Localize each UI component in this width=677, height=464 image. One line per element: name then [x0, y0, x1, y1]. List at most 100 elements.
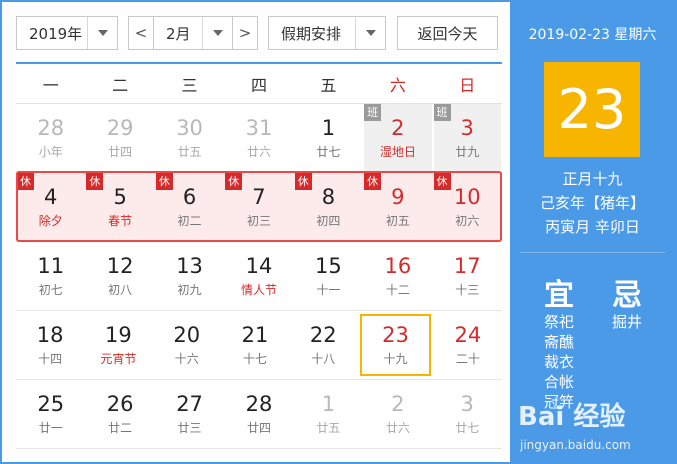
- rest-day-badge: 休: [364, 173, 382, 190]
- selected-date: 2019-02-23 星期六: [528, 27, 657, 43]
- yi-item: 斋醮: [543, 333, 574, 351]
- baidu-watermark-logo: Bai 经验: [518, 402, 626, 432]
- day-cell[interactable]: 25 廿一: [17, 380, 84, 448]
- lunar-label: 初五: [385, 214, 410, 228]
- day-cell[interactable]: 休 10 初六: [433, 173, 501, 241]
- day-number: 31: [245, 116, 273, 140]
- lunar-label: 十四: [38, 352, 63, 366]
- day-cell[interactable]: 1 廿七: [295, 104, 362, 172]
- day-cell[interactable]: 28 廿四: [225, 380, 292, 448]
- week-row: 11 初七 12 初八 13 初九 14 情人节 15 十一 16 十二 17 十三: [16, 242, 502, 311]
- day-cell[interactable]: 16 十二: [364, 242, 431, 310]
- day-cell[interactable]: 31 廿六: [225, 104, 292, 172]
- rest-day-badge: 休: [155, 173, 173, 190]
- rest-day-badge: 休: [294, 173, 312, 190]
- lunar-label: 情人节: [240, 283, 277, 297]
- day-number: 2: [391, 392, 405, 416]
- lunar-label: 廿六: [385, 421, 410, 435]
- weekday-label: 五: [320, 75, 337, 95]
- lunar-label: 十七: [242, 352, 267, 366]
- lunar-label: 春节: [108, 214, 133, 228]
- month-select[interactable]: 2月: [153, 16, 233, 50]
- lunar-label: 十八: [311, 352, 336, 366]
- day-cell[interactable]: 26 廿二: [86, 380, 153, 448]
- day-cell[interactable]: 15 十一: [295, 242, 362, 310]
- ganzhi-year: 己亥年【猪年】: [539, 194, 645, 212]
- day-cell[interactable]: 21 十七: [222, 311, 288, 379]
- weekday-label: 三: [181, 75, 198, 95]
- lunar-label: 十六: [174, 352, 199, 366]
- day-number: 9: [391, 185, 405, 209]
- lunar-label: 廿九: [455, 145, 480, 159]
- day-cell[interactable]: 20 十六: [154, 311, 220, 379]
- lunar-label: 廿五: [177, 145, 202, 159]
- day-number: 1: [321, 392, 336, 416]
- weekday-label: 日: [459, 75, 476, 95]
- yi-item: 祭祀: [543, 313, 574, 331]
- day-cell[interactable]: 休 6 初二: [155, 173, 223, 241]
- lunar-label: 廿五: [316, 421, 341, 435]
- day-number: 15: [315, 254, 342, 278]
- rest-day-badge: 休: [433, 173, 451, 190]
- lunar-label: 小年: [38, 145, 63, 159]
- back-to-today-button[interactable]: 返回今天: [397, 16, 498, 50]
- day-number: 5: [113, 185, 127, 209]
- lunar-label: 十一: [316, 283, 341, 297]
- lunar-label: 初六: [455, 214, 480, 228]
- holiday-select[interactable]: 假期安排: [268, 16, 386, 50]
- week-row: 18 十四 19 元宵节 20 十六 21 十七 22 十八 23 十九 24 二十: [16, 311, 502, 380]
- week-row: 28 小年 29 廿四 30 廿五 31 廿六 1 廿七班 2 湿地日班 3 廿九: [16, 104, 502, 173]
- day-cell[interactable]: 休 9 初五: [364, 173, 431, 241]
- lunar-label: 廿四: [108, 145, 133, 159]
- day-cell[interactable]: 29 廿四: [86, 104, 153, 172]
- prev-month-button[interactable]: <: [128, 16, 154, 50]
- ji-heading: 忌: [612, 278, 642, 313]
- day-cell[interactable]: 12 初八: [86, 242, 153, 310]
- lunar-label: 十二: [385, 283, 410, 297]
- day-number: 2: [391, 116, 405, 140]
- day-cell[interactable]: 13 初九: [156, 242, 223, 310]
- day-number: 26: [106, 392, 134, 416]
- day-cell[interactable]: 27 廿三: [156, 380, 223, 448]
- day-number: 12: [106, 254, 134, 278]
- day-cell[interactable]: 17 十三: [434, 242, 501, 310]
- work-day-badge: 班: [433, 104, 451, 121]
- month-grid: 一二三四五六日 28 小年 29 廿四 30 廿五 31 廿六 1 廿七班 2 湿地日班 3 廿九休 4 除夕…: [16, 62, 502, 449]
- day-number: 3: [460, 116, 474, 140]
- day-number: 3: [460, 392, 474, 416]
- next-month-button[interactable]: >: [232, 16, 258, 50]
- day-number: 29: [106, 116, 134, 140]
- week-row: 休 4 除夕休 5 春节休 6 初二休 7 初三休 8 初四休 9 初五休 10 初六: [16, 173, 502, 242]
- day-cell[interactable]: 14 情人节: [225, 242, 292, 310]
- day-number: 24: [454, 323, 482, 347]
- day-cell[interactable]: 24 二十: [435, 311, 501, 379]
- day-cell[interactable]: 30 廿五: [156, 104, 223, 172]
- lunar-label: 廿三: [177, 421, 202, 435]
- day-cell[interactable]: 22 十八: [290, 311, 356, 379]
- day-number: 11: [37, 254, 65, 278]
- day-number: 20: [173, 323, 201, 347]
- day-cell[interactable]: 3 廿七: [434, 380, 501, 448]
- lunar-label: 廿二: [108, 421, 133, 435]
- day-cell[interactable]: 休 8 初四: [294, 173, 362, 241]
- day-cell[interactable]: 19 元宵节: [85, 311, 151, 379]
- day-cell[interactable]: 1 廿五: [295, 380, 362, 448]
- day-cell[interactable]: 2 廿六: [364, 380, 431, 448]
- day-cell[interactable]: 11 初七: [17, 242, 84, 310]
- day-cell[interactable]: 18 十四: [17, 311, 83, 379]
- day-cell[interactable]: 班 3 廿九: [433, 104, 501, 172]
- day-cell[interactable]: 班 2 湿地日: [364, 104, 432, 172]
- lunar-label: 廿六: [246, 145, 271, 159]
- day-cell[interactable]: 28 小年: [17, 104, 84, 172]
- day-cell[interactable]: 休 5 春节: [86, 173, 153, 241]
- day-cell[interactable]: 休 7 初三: [225, 173, 292, 241]
- lunar-label: 初九: [177, 283, 202, 297]
- year-select[interactable]: 2019年: [16, 16, 118, 50]
- lunar-label: 廿四: [246, 421, 271, 435]
- lunar-label: 初七: [38, 283, 63, 297]
- day-cell[interactable]: 休 4 除夕: [17, 173, 84, 241]
- lunar-date: 正月十九: [562, 170, 623, 188]
- weekday-label: 六: [389, 75, 406, 95]
- rest-day-badge: 休: [225, 173, 243, 190]
- day-cell-today[interactable]: 23 十九: [360, 314, 431, 376]
